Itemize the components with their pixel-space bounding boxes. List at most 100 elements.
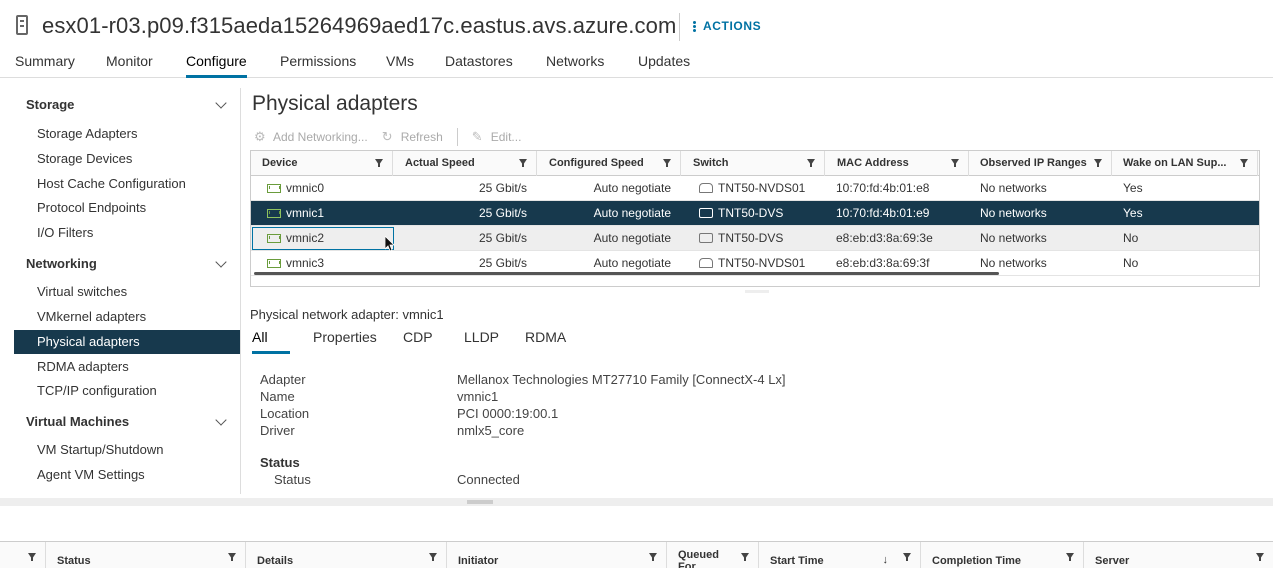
column-header-mac-address[interactable]: MAC Address xyxy=(826,151,969,176)
tab-vms[interactable]: VMs xyxy=(386,53,414,78)
field-value: Connected xyxy=(457,472,520,487)
filter-icon[interactable] xyxy=(1240,159,1248,167)
sidebar-item-storage-adapters[interactable]: Storage Adapters xyxy=(14,122,240,146)
column-header-actual-speed[interactable]: Actual Speed xyxy=(394,151,537,176)
filter-icon[interactable] xyxy=(429,553,437,561)
sidebar-item-rdma-adapters[interactable]: RDMA adapters xyxy=(14,355,240,379)
column-header-switch[interactable]: Switch xyxy=(682,151,825,176)
filter-icon[interactable] xyxy=(519,159,527,167)
refresh-button[interactable]: ↻ Refresh xyxy=(382,130,443,145)
filter-icon[interactable] xyxy=(1066,553,1074,561)
object-tabs: Summary Monitor Configure Permissions VM… xyxy=(0,48,1273,78)
sidebar-section-networking[interactable]: Networking xyxy=(26,256,97,271)
column-label: Configured Speed xyxy=(549,157,644,169)
chevron-down-icon[interactable] xyxy=(216,100,226,110)
cell-mac-address: e8:eb:d3:8a:69:3e xyxy=(836,231,933,245)
column-header-queued-for[interactable]: Queued For xyxy=(667,542,759,568)
network-adapter-icon xyxy=(267,259,281,268)
details-tab-lldp[interactable]: LLDP xyxy=(464,329,499,354)
filter-icon[interactable] xyxy=(649,553,657,561)
filter-icon[interactable] xyxy=(807,159,815,167)
column-header-select[interactable] xyxy=(0,542,46,568)
splitter-grip[interactable] xyxy=(467,500,493,504)
column-header-initiator[interactable]: Initiator xyxy=(447,542,667,568)
table-row[interactable]: vmnic2 25 Gbit/s Auto negotiate TNT50-DV… xyxy=(251,226,1259,251)
cell-switch: TNT50-DVS xyxy=(718,206,784,220)
filter-icon[interactable] xyxy=(903,553,911,561)
details-tab-properties[interactable]: Properties xyxy=(313,329,377,354)
grid-header: Device Actual Speed Configured Speed Swi… xyxy=(251,151,1259,176)
cell-ip-ranges: No networks xyxy=(980,206,1047,220)
sidebar-item-protocol-endpoints[interactable]: Protocol Endpoints xyxy=(14,196,240,220)
column-header-device[interactable]: Device xyxy=(251,151,393,176)
sidebar-section-virtual-machines[interactable]: Virtual Machines xyxy=(26,414,129,429)
tab-networks[interactable]: Networks xyxy=(546,53,604,78)
sidebar-item-vmkernel-adapters[interactable]: VMkernel adapters xyxy=(14,305,240,329)
cell-device: vmnic2 xyxy=(286,231,325,245)
column-label: Start Time xyxy=(770,555,824,567)
tab-summary[interactable]: Summary xyxy=(15,53,75,78)
tab-datastores[interactable]: Datastores xyxy=(445,53,513,78)
column-header-wake-on-lan[interactable]: Wake on LAN Sup... xyxy=(1112,151,1258,176)
field-label: Driver xyxy=(260,423,295,438)
column-header-server[interactable]: Server xyxy=(1084,542,1273,568)
filter-icon[interactable] xyxy=(228,553,236,561)
sidebar-item-vm-startup-shutdown[interactable]: VM Startup/Shutdown xyxy=(14,438,240,462)
tab-monitor[interactable]: Monitor xyxy=(106,53,153,78)
chevron-down-icon[interactable] xyxy=(216,259,226,269)
filter-icon[interactable] xyxy=(741,553,749,561)
pencil-icon: ✎ xyxy=(471,129,483,144)
column-label: Switch xyxy=(693,157,729,169)
filter-icon[interactable] xyxy=(1256,553,1264,561)
filter-icon[interactable] xyxy=(375,159,383,167)
column-header-status[interactable]: Status xyxy=(46,542,246,568)
horizontal-scrollbar[interactable] xyxy=(254,272,999,275)
column-header-details[interactable]: Details xyxy=(246,542,447,568)
sidebar-section-storage[interactable]: Storage xyxy=(26,97,74,112)
edit-button[interactable]: ✎ Edit... xyxy=(471,129,522,145)
column-header-configured-speed[interactable]: Configured Speed xyxy=(538,151,681,176)
column-header-start-time[interactable]: Start Time ↓ xyxy=(759,542,921,568)
panel-resize-handle[interactable] xyxy=(745,290,769,293)
panel-splitter[interactable] xyxy=(0,498,1273,506)
tab-updates[interactable]: Updates xyxy=(638,53,690,78)
table-row[interactable]: vmnic1 25 Gbit/s Auto negotiate TNT50-DV… xyxy=(251,201,1259,226)
column-header-observed-ip-ranges[interactable]: Observed IP Ranges xyxy=(969,151,1112,176)
details-tab-cdp[interactable]: CDP xyxy=(403,329,433,354)
sidebar-item-virtual-switches[interactable]: Virtual switches xyxy=(14,280,240,304)
column-header-completion-time[interactable]: Completion Time xyxy=(921,542,1084,568)
field-label: Name xyxy=(260,389,295,404)
physical-adapters-grid: Device Actual Speed Configured Speed Swi… xyxy=(250,150,1260,287)
host-title: esx01-r03.p09.f315aeda15264969aed17c.eas… xyxy=(42,13,677,38)
sidebar-item-storage-devices[interactable]: Storage Devices xyxy=(14,147,240,171)
object-header: esx01-r03.p09.f315aeda15264969aed17c.eas… xyxy=(0,0,1273,48)
filter-icon[interactable] xyxy=(28,553,36,561)
chevron-down-icon[interactable] xyxy=(216,417,226,427)
add-networking-button[interactable]: ⚙ Add Networking... xyxy=(254,129,368,145)
column-label: MAC Address xyxy=(837,157,909,169)
sidebar-item-tcpip-configuration[interactable]: TCP/IP configuration xyxy=(14,379,240,403)
toolbar-divider xyxy=(456,128,458,146)
filter-icon[interactable] xyxy=(1094,159,1102,167)
tab-configure[interactable]: Configure xyxy=(186,53,247,78)
details-tab-all[interactable]: All xyxy=(252,329,290,354)
details-tab-rdma[interactable]: RDMA xyxy=(525,329,566,354)
column-label: Completion Time xyxy=(932,555,1022,567)
filter-icon[interactable] xyxy=(663,159,671,167)
field-label: Adapter xyxy=(260,372,306,387)
sidebar-item-agent-vm-settings[interactable]: Agent VM Settings xyxy=(14,463,240,487)
add-network-icon: ⚙ xyxy=(254,129,266,144)
cell-ip-ranges: No networks xyxy=(980,231,1047,245)
distributed-switch-icon xyxy=(699,233,713,243)
sidebar-item-host-cache[interactable]: Host Cache Configuration xyxy=(14,172,240,196)
actions-menu-button[interactable]: ACTIONS xyxy=(693,19,761,33)
table-row[interactable]: vmnic0 25 Gbit/s Auto negotiate TNT50-NV… xyxy=(251,176,1259,201)
sidebar-item-physical-adapters[interactable]: Physical adapters xyxy=(14,330,240,354)
tab-permissions[interactable]: Permissions xyxy=(280,53,356,78)
sidebar-item-io-filters[interactable]: I/O Filters xyxy=(14,221,240,245)
switch-icon xyxy=(699,183,713,193)
sort-descending-icon[interactable]: ↓ xyxy=(883,554,889,566)
filter-icon[interactable] xyxy=(951,159,959,167)
network-adapter-icon xyxy=(267,184,281,193)
column-label: Observed IP Ranges xyxy=(980,157,1087,169)
